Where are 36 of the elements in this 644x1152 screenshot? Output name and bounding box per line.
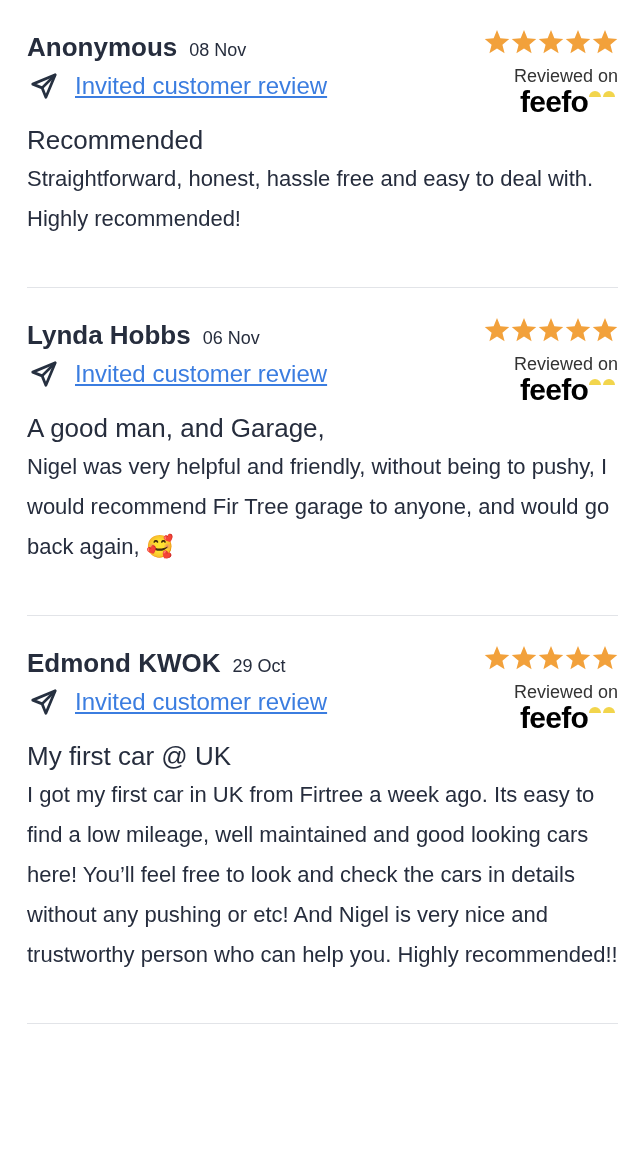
review-title: A good man, and Garage, [27,412,326,445]
invited-review-link[interactable]: Invited customer review [75,684,328,720]
star-icon [592,318,618,343]
star-icon [592,30,618,55]
review-date: 06 Nov [202,327,260,350]
star-icon [484,318,510,343]
star-icon [592,646,618,671]
star-icon [511,30,537,55]
star-icon [565,646,591,671]
reviewer-name: Edmond KWOK [27,647,221,680]
review-date: 08 Nov [189,39,247,62]
star-icon [538,30,564,55]
review-body: Straightforward, honest, hassle free and easy to deal with. Highly recommended! [27,165,595,233]
feefo-logo: feefo [520,375,588,405]
star-icon [511,318,537,343]
star-icon [565,318,591,343]
invited-review-link[interactable]: Invited customer review [75,356,328,392]
review-body: I got my first car in UK from Firtree a week ago. Its easy to find a low mileage, well maintained and good looking cars here! You’ll feel free to look and check the cars in details without any pushing or etc! And Nigel is very nice and trustworthy person who can help you. Highly recommended!! [27,781,618,969]
review-title: My first car @ UK [27,740,233,773]
reviewer-name: Lynda Hobbs [27,319,191,352]
review-title: Recommended [27,124,205,157]
reviewer-name: Anonymous [27,31,178,64]
star-icon [484,30,510,55]
review-date: 29 Oct [232,655,286,678]
star-icon [538,646,564,671]
star-icon [511,646,537,671]
feefo-logo: feefo [520,703,588,733]
reviewed-on-label: Reviewed on [513,65,618,87]
feefo-logo: feefo [520,87,588,117]
review-body: Nigel was very helpful and friendly, without being to pushy, I would recommend Fir Tree garage to anyone, and would go back again, 🥰 [27,453,611,561]
star-icon [565,30,591,55]
star-icon [484,646,510,671]
reviewed-on-label: Reviewed on [513,353,618,375]
reviewed-on-label: Reviewed on [513,681,618,703]
invited-review-link[interactable]: Invited customer review [75,68,328,104]
star-icon [538,318,564,343]
